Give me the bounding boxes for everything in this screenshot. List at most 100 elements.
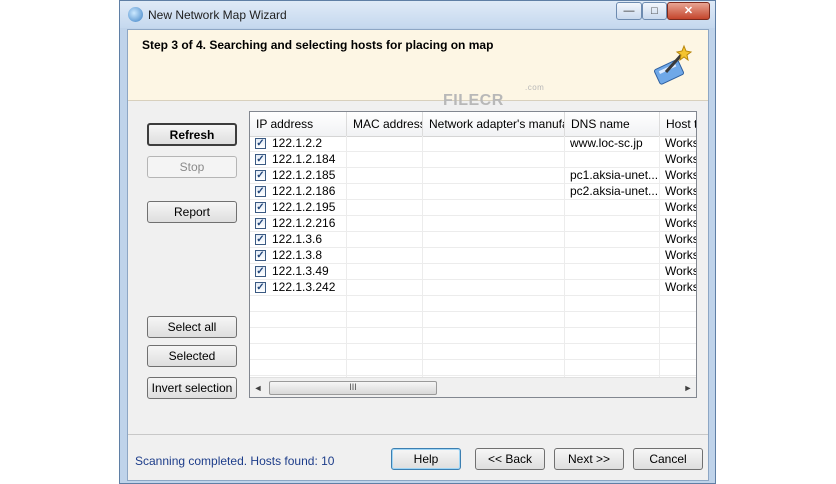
- cell-adapter: [428, 168, 494, 183]
- table-row[interactable]: ✓ 122.1.2.2 www.loc-sc.jp Works: [250, 136, 696, 152]
- cell-host: Works: [665, 152, 697, 166]
- cell-adapter: [428, 200, 494, 215]
- cell-host: Works: [665, 168, 697, 182]
- row-checkbox[interactable]: ✓: [255, 186, 266, 197]
- cell-host: Works: [665, 136, 697, 150]
- cell-mac: [352, 248, 418, 263]
- cell-dns: [570, 280, 658, 295]
- next-button[interactable]: Next >>: [554, 448, 624, 470]
- row-checkbox[interactable]: ✓: [255, 138, 266, 149]
- wizard-client-area: Step 3 of 4. Searching and selecting hos…: [127, 29, 709, 481]
- column-ip-address[interactable]: IP address: [250, 112, 347, 136]
- magic-wand-icon: [653, 44, 693, 85]
- selected-button[interactable]: Selected: [147, 345, 237, 367]
- wizard-window: New Network Map Wizard — □ ✕ Step 3 of 4…: [119, 0, 716, 484]
- cell-dns: [570, 216, 658, 231]
- row-checkbox[interactable]: ✓: [255, 282, 266, 293]
- row-checkbox[interactable]: ✓: [255, 170, 266, 181]
- report-button[interactable]: Report: [147, 201, 237, 223]
- select-all-button[interactable]: Select all: [147, 316, 237, 338]
- row-checkbox[interactable]: ✓: [255, 250, 266, 261]
- table-row[interactable]: ✓ 122.1.3.242 Works: [250, 280, 696, 296]
- row-checkbox[interactable]: ✓: [255, 266, 266, 277]
- cell-host: Works: [665, 232, 697, 246]
- cell-adapter: [428, 184, 494, 199]
- window-title: New Network Map Wizard: [148, 8, 287, 22]
- column-divider: [564, 136, 565, 377]
- cell-dns: www.loc-sc.jp: [570, 136, 643, 150]
- cell-adapter: [428, 232, 494, 247]
- maximize-button[interactable]: □: [642, 2, 667, 20]
- cell-ip: 122.1.2.2: [272, 136, 323, 150]
- cell-host: Works: [665, 264, 697, 278]
- empty-row: [250, 360, 696, 376]
- cell-dns: [570, 152, 658, 167]
- table-row[interactable]: ✓ 122.1.3.8 Works: [250, 248, 696, 264]
- cell-ip: 122.1.3.49: [272, 264, 329, 278]
- cell-mac: [352, 264, 418, 279]
- table-row[interactable]: ✓ 122.1.2.216 Works: [250, 216, 696, 232]
- table-row[interactable]: ✓ 122.1.2.184 Works: [250, 152, 696, 168]
- column-dns-name[interactable]: DNS name: [565, 112, 660, 136]
- empty-row: [250, 296, 696, 312]
- row-checkbox[interactable]: ✓: [255, 234, 266, 245]
- cell-mac: [352, 168, 418, 183]
- column-mac-address[interactable]: MAC address: [347, 112, 423, 136]
- empty-row: [250, 312, 696, 328]
- column-divider: [422, 136, 423, 377]
- row-checkbox[interactable]: ✓: [255, 154, 266, 165]
- cell-ip: 122.1.2.184: [272, 152, 336, 166]
- cell-host: Works: [665, 184, 697, 198]
- cell-mac: [352, 152, 418, 167]
- scroll-left-arrow-icon[interactable]: ◄: [250, 378, 266, 397]
- cell-adapter: [428, 248, 494, 263]
- stop-button[interactable]: Stop: [147, 156, 237, 178]
- cell-adapter: [428, 216, 494, 231]
- footer-divider: [128, 434, 708, 435]
- cell-ip: 122.1.3.242: [272, 280, 336, 294]
- table-row[interactable]: ✓ 122.1.2.185 pc1.aksia-unet.... Works: [250, 168, 696, 184]
- cell-dns: [570, 200, 658, 215]
- cell-dns: pc2.aksia-unet....: [570, 184, 658, 198]
- invert-selection-button[interactable]: Invert selection: [147, 377, 237, 399]
- cancel-button[interactable]: Cancel: [633, 448, 703, 470]
- column-divider: [346, 136, 347, 377]
- empty-row: [250, 328, 696, 344]
- cell-mac: [352, 200, 418, 215]
- back-button[interactable]: << Back: [475, 448, 545, 470]
- network-map-app-icon: [128, 7, 143, 22]
- cell-ip: 122.1.2.216: [272, 216, 336, 230]
- refresh-button[interactable]: Refresh: [147, 123, 237, 146]
- cell-mac: [352, 280, 418, 295]
- table-row[interactable]: ✓ 122.1.3.6 Works: [250, 232, 696, 248]
- minimize-button[interactable]: —: [616, 2, 642, 20]
- horizontal-scrollbar[interactable]: ◄ III ►: [250, 377, 696, 397]
- cell-ip: 122.1.2.195: [272, 200, 336, 214]
- watermark-sub: .com: [525, 83, 545, 92]
- hosts-grid[interactable]: IP address MAC address Network adapter's…: [249, 111, 697, 398]
- step-header: Step 3 of 4. Searching and selecting hos…: [128, 30, 708, 101]
- column-network-adapter[interactable]: Network adapter's manufa...: [423, 112, 565, 136]
- cell-adapter: [428, 136, 494, 151]
- title-bar[interactable]: New Network Map Wizard — □ ✕: [120, 1, 715, 28]
- row-checkbox[interactable]: ✓: [255, 218, 266, 229]
- grid-header: IP address MAC address Network adapter's…: [250, 112, 696, 137]
- table-row[interactable]: ✓ 122.1.3.49 Works: [250, 264, 696, 280]
- cell-ip: 122.1.2.186: [272, 184, 336, 198]
- table-row[interactable]: ✓ 122.1.2.195 Works: [250, 200, 696, 216]
- scroll-thumb[interactable]: III: [269, 381, 437, 395]
- column-host-type[interactable]: Host ty: [660, 112, 696, 136]
- cell-ip: 122.1.2.185: [272, 168, 336, 182]
- cell-dns: pc1.aksia-unet....: [570, 168, 658, 182]
- row-checkbox[interactable]: ✓: [255, 202, 266, 213]
- cell-host: Works: [665, 280, 697, 294]
- status-text: Scanning completed. Hosts found: 10: [135, 454, 335, 468]
- close-button[interactable]: ✕: [667, 2, 710, 20]
- cell-mac: [352, 216, 418, 231]
- scroll-right-arrow-icon[interactable]: ►: [680, 378, 696, 397]
- cell-adapter: [428, 280, 494, 295]
- cell-host: Works: [665, 216, 697, 230]
- help-button[interactable]: Help: [391, 448, 461, 470]
- table-row[interactable]: ✓ 122.1.2.186 pc2.aksia-unet.... Works: [250, 184, 696, 200]
- cell-mac: [352, 136, 418, 151]
